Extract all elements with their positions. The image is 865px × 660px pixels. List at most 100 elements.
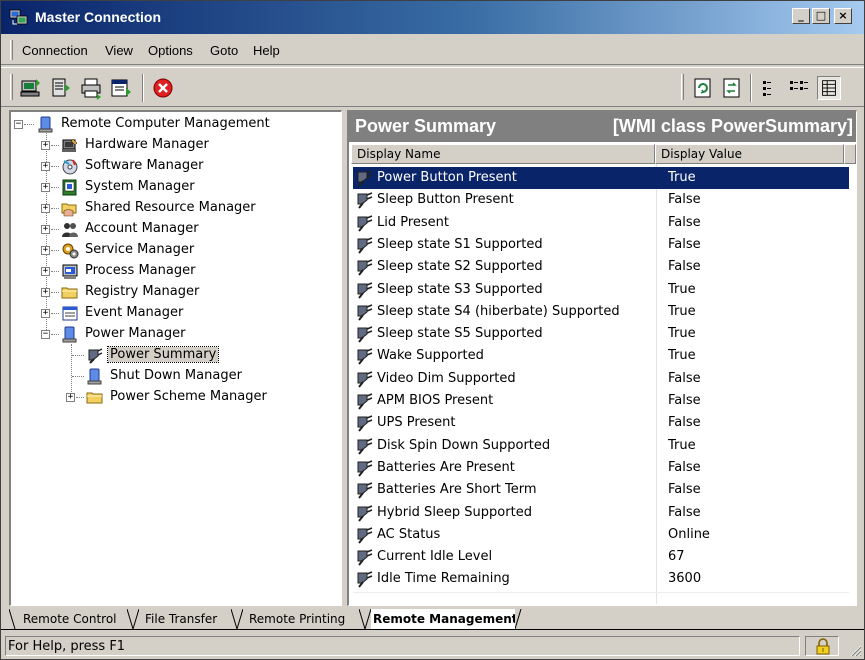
properties-button[interactable]: [109, 76, 133, 100]
table-row[interactable]: Current Idle Level 67: [353, 546, 849, 568]
tree-item-shut-down-manager[interactable]: Shut Down Manager: [11, 366, 341, 387]
display-name-cell: Power Button Present: [377, 170, 517, 185]
tree-expand-toggle[interactable]: +: [66, 393, 75, 402]
tree-expand-toggle[interactable]: +: [41, 204, 50, 213]
table-row[interactable]: Wake Supported True: [353, 345, 849, 367]
computer-icon: [38, 116, 53, 133]
display-name-cell: Sleep state S3 Supported: [377, 281, 543, 297]
menu-goto[interactable]: Goto: [210, 43, 238, 58]
refresh-button[interactable]: [691, 76, 715, 100]
display-value-cell: False: [668, 415, 701, 431]
tree-expand-toggle[interactable]: +: [41, 225, 50, 234]
column-header-display-name[interactable]: Display Name: [351, 144, 655, 164]
table-row[interactable]: Sleep Button Present False: [353, 189, 849, 211]
table-row[interactable]: Batteries Are Short Term False: [353, 479, 849, 501]
list-view-button[interactable]: [787, 76, 811, 100]
tab-remote-management[interactable]: Remote Management: [359, 609, 527, 629]
table-row[interactable]: Sleep state S4 (hiberbate) Supported True: [353, 301, 849, 323]
toolbar-separator-right: [750, 74, 752, 102]
toolbar-grip-right[interactable]: [681, 74, 684, 100]
stop-button[interactable]: [151, 76, 175, 100]
table-row[interactable]: Power Button Present True: [353, 167, 849, 189]
panel-header: Power Summary [WMI class PowerSummary]: [349, 112, 856, 142]
table-row[interactable]: Batteries Are Present False: [353, 457, 849, 479]
tree-expand-toggle[interactable]: +: [41, 267, 50, 276]
display-value-cell: False: [668, 236, 701, 252]
title-bar[interactable]: Master Connection _ □ ×: [1, 1, 864, 34]
hardware-icon: [62, 138, 78, 152]
maximize-button[interactable]: □: [812, 8, 830, 24]
table-row[interactable]: Video Dim Supported False: [353, 368, 849, 390]
close-button[interactable]: ×: [834, 8, 852, 24]
table-row[interactable]: Lid Present False: [353, 212, 849, 234]
display-value-cell: False: [668, 459, 701, 475]
tree-item-event-manager[interactable]: + Event Manager: [11, 303, 341, 324]
tab-file-transfer[interactable]: File Transfer: [127, 609, 231, 629]
tree-expand-toggle[interactable]: +: [41, 162, 50, 171]
tree-item-system-manager[interactable]: + System Manager: [11, 177, 341, 198]
lock-icon: [816, 638, 830, 655]
connect-button[interactable]: [19, 76, 43, 100]
tree-item-power-manager[interactable]: − Power Manager: [11, 324, 341, 345]
small-icons-view-button[interactable]: [757, 76, 781, 100]
table-row[interactable]: Sleep state S1 Supported False: [353, 234, 849, 256]
display-name-cell: APM BIOS Present: [377, 393, 494, 408]
table-row[interactable]: Sleep state S2 Supported False: [353, 256, 849, 278]
tree-item-software-manager[interactable]: + Software Manager: [11, 156, 341, 177]
table-row[interactable]: Hybrid Sleep Supported False: [353, 502, 849, 524]
tree-connector: [72, 355, 84, 356]
table-row[interactable]: UPS Present False: [353, 412, 849, 434]
tree-item-label: Power Summary: [106, 346, 220, 363]
display-value-cell: True: [668, 281, 696, 297]
table-row[interactable]: Sleep state S5 Supported True: [353, 323, 849, 345]
display-value-cell: False: [668, 370, 701, 386]
table-row[interactable]: Idle Time Remaining 3600: [353, 568, 849, 590]
tree-collapse-toggle[interactable]: −: [41, 330, 50, 339]
details-view-button[interactable]: [817, 76, 841, 100]
tree-expand-toggle[interactable]: +: [41, 141, 50, 150]
display-name-cell: Batteries Are Short Term: [377, 482, 537, 498]
menu-options[interactable]: Options: [148, 43, 193, 58]
tree-connector: [51, 250, 59, 251]
tab-baseline: [1, 629, 864, 630]
tree-item-shared-resource-manager[interactable]: + Shared Resource Manager: [11, 198, 341, 219]
tree-item-root[interactable]: − Remote Computer Management: [11, 114, 341, 135]
menu-connection[interactable]: Connection: [22, 43, 88, 58]
tree-item-process-manager[interactable]: + Process Manager: [11, 261, 341, 282]
minimize-button[interactable]: _: [792, 8, 810, 24]
tree-expand-toggle[interactable]: +: [41, 246, 50, 255]
wmi-class-label: [WMI class PowerSummary]: [612, 116, 853, 136]
tree-item-service-manager[interactable]: + Service Manager: [11, 240, 341, 261]
tree-connector: [51, 334, 59, 335]
toolbar-grip[interactable]: [10, 74, 13, 100]
table-row[interactable]: AC Status Online: [353, 524, 849, 546]
tree-expand-toggle[interactable]: +: [41, 183, 50, 192]
status-text: For Help, press F1: [5, 636, 800, 656]
table-row[interactable]: APM BIOS Present False: [353, 390, 849, 412]
tree-item-registry-manager[interactable]: + Registry Manager: [11, 282, 341, 303]
sync-button[interactable]: [720, 76, 744, 100]
resize-grip-icon[interactable]: [848, 643, 862, 657]
tree-item-power-summary[interactable]: Power Summary: [11, 345, 341, 366]
tab-remote-control[interactable]: Remote Control: [9, 609, 127, 629]
tree-item-account-manager[interactable]: + Account Manager: [11, 219, 341, 240]
table-row[interactable]: Sleep state S3 Supported True: [353, 279, 849, 301]
tree-item-hardware-manager[interactable]: + Hardware Manager: [11, 135, 341, 156]
table-row[interactable]: Disk Spin Down Supported True: [353, 435, 849, 457]
tree-view[interactable]: − Remote Computer Management + Hardware …: [9, 110, 342, 606]
tree-expand-toggle[interactable]: +: [41, 309, 50, 318]
tree-item-label: Registry Manager: [85, 284, 200, 299]
menu-help[interactable]: Help: [253, 43, 280, 58]
menubar-grip[interactable]: [10, 40, 13, 60]
tree-collapse-toggle[interactable]: −: [14, 120, 23, 129]
column-header-display-value[interactable]: Display Value: [655, 144, 844, 164]
tab-remote-printing[interactable]: Remote Printing: [231, 609, 359, 629]
power-plug-icon: [357, 393, 373, 410]
import-button[interactable]: [49, 76, 73, 100]
menu-view[interactable]: View: [105, 43, 133, 58]
print-button[interactable]: [79, 76, 103, 100]
tree-item-power-scheme-manager[interactable]: + Power Scheme Manager: [11, 387, 341, 408]
tree-expand-toggle[interactable]: +: [41, 288, 50, 297]
tab-label: Remote Control: [23, 612, 117, 626]
power-plug-icon: [357, 549, 373, 566]
